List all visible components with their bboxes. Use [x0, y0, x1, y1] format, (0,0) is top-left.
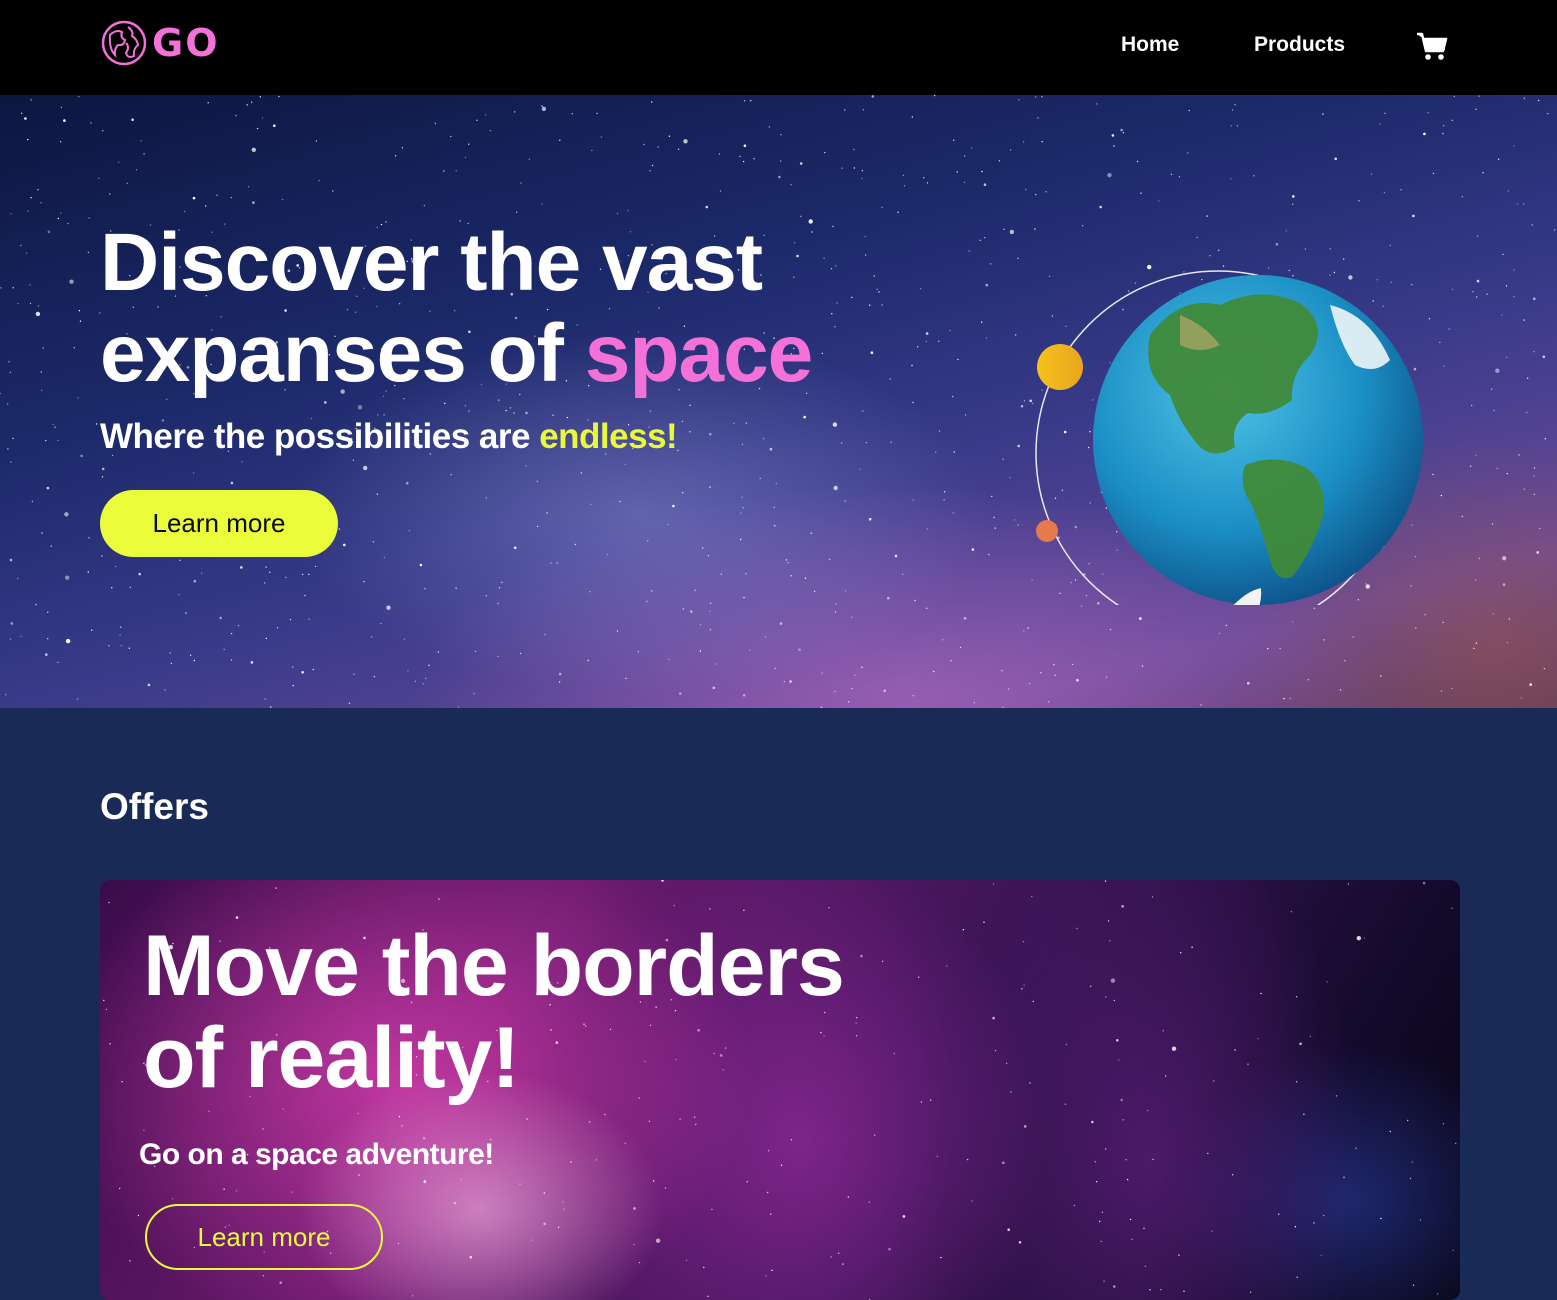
offer-card-title: Move the borders of reality! [143, 918, 845, 1106]
brand-logo[interactable]: GO [100, 18, 220, 68]
hero-subtitle-accent: endless! [539, 417, 678, 456]
offers-heading: Offers [100, 786, 209, 827]
hero-subtitle-text: Where the possibilities are [100, 417, 540, 456]
top-navbar: GO Home Products [0, 0, 1557, 95]
nav-link-home[interactable]: Home [1121, 33, 1179, 57]
cart-icon[interactable] [1416, 31, 1448, 61]
brand-name: GO [152, 21, 220, 65]
offer-learn-more-button[interactable]: Learn more [145, 1204, 383, 1270]
earth-orbit-illustration [1035, 270, 1423, 605]
nav-link-products[interactable]: Products [1254, 33, 1345, 57]
hero-title-accent: space [584, 308, 814, 399]
globe-icon [101, 20, 147, 66]
offer-card-subtitle: Go on a space adventure! [139, 1138, 494, 1171]
hero-title: Discover the vast expanses of space [100, 217, 900, 399]
hero-learn-more-button[interactable]: Learn more [100, 490, 338, 557]
offer-card: Move the borders of reality! Go on a spa… [100, 880, 1460, 1300]
hero-section: Discover the vast expanses of space Wher… [0, 95, 1557, 708]
hero-subtitle: Where the possibilities are endless! [100, 417, 678, 457]
